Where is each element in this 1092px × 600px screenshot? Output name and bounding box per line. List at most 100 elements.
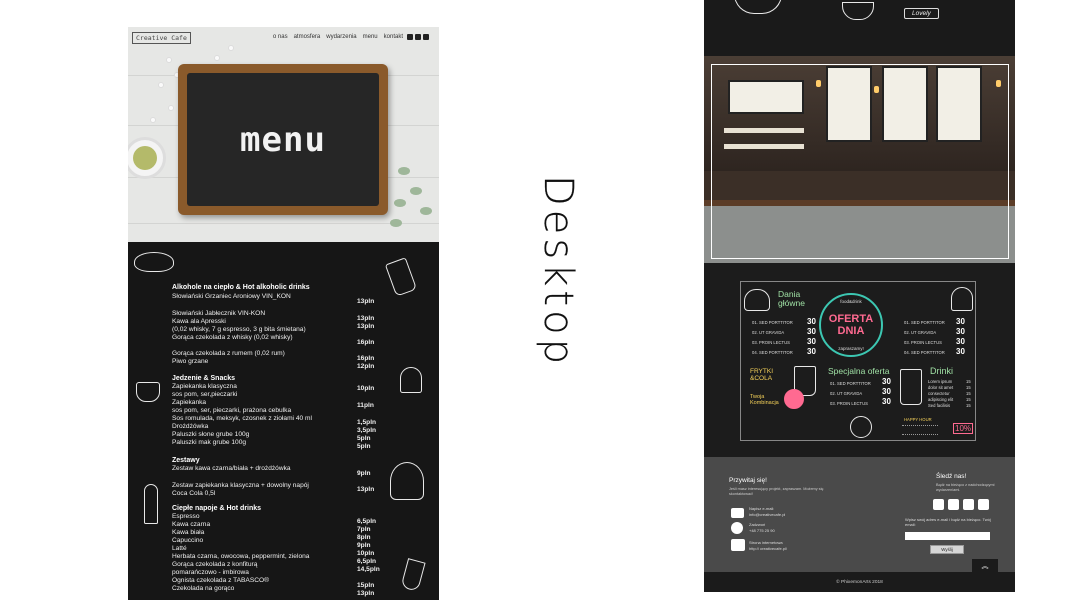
newsletter-label: Wpisz swój adres e-mail i bądź na bieżąc… [905, 517, 991, 527]
burger-doodle-icon [744, 289, 770, 311]
menu-item: Zapiekanka klasyczna [172, 383, 237, 390]
right-price: 30 [956, 347, 965, 356]
menu-item: Kawa czarna [172, 521, 211, 528]
right-item: 03. PROIN LECTUS [904, 340, 942, 345]
right-price: 30 [956, 317, 965, 326]
search-icon[interactable] [407, 34, 413, 40]
cocktail-doodle-icon [144, 484, 158, 524]
food-drink-label: food&drink [840, 299, 862, 304]
phone-label: Zadzwoń [749, 522, 766, 527]
menu-price: 9pln [357, 542, 371, 549]
nav-link-contact[interactable]: kontakt [384, 34, 403, 40]
zapraszamy-label: zapraszamy! [838, 346, 864, 351]
discount-badge: 10% [953, 423, 974, 434]
desktop-page-mockup: Lovely Dania główne 01. SED PORTTITOR 30… [704, 0, 1015, 592]
instagram-icon[interactable] [948, 499, 959, 510]
menu-price: 13pln [357, 298, 375, 305]
menu-price: 5pln [357, 443, 371, 450]
nav-link-menu[interactable]: menu [363, 34, 378, 40]
menu-item: sos pom, ser,pieczarki [172, 391, 238, 398]
menu-item: sos pom, ser, pieczarki, prażona cebulka [172, 407, 292, 414]
menu-item: Kawa ala Apresski [172, 318, 226, 325]
special-item: 02. UT GRAVIDA [830, 391, 863, 396]
dania-price: 30 [807, 347, 816, 356]
drink-item: dolor sit amet [928, 385, 954, 390]
drink-item: Lorem ipsum [928, 379, 953, 384]
nav-links: o nas atmosfera wydarzenia menu kontakt [273, 34, 403, 40]
twitter-icon[interactable] [423, 34, 429, 40]
leaf [398, 167, 410, 175]
footer-welcome-title: Przywitaj się! [729, 477, 767, 484]
menu-price: 13pln [357, 315, 375, 322]
menu-list: Alkohole na ciepło & Hot alkoholic drink… [128, 242, 439, 600]
menu-item: (0,02 whisky, 7 g espresso, 3 g bita śmi… [172, 326, 306, 333]
menu-item: Gorąca czekolada z rumem (0,02 rum) [172, 350, 285, 357]
flower [158, 82, 164, 88]
nav-link-events[interactable]: wydarzenia [326, 34, 356, 40]
cake-doodle-icon [134, 252, 174, 272]
drink-doodle-icon [400, 558, 426, 592]
vertical-title-text: Desktop [535, 175, 581, 368]
menu-item: Latté [172, 545, 187, 552]
offer-line-1: OFERTA [828, 313, 874, 325]
menu-price: 13pln [357, 323, 375, 330]
leaf [394, 199, 406, 207]
frytki-title: FRYTKI &COLA [750, 368, 773, 382]
menu-item: Słowiański Jabłecznik VIN-KON [172, 310, 266, 317]
dania-price: 30 [807, 327, 816, 336]
flower [150, 117, 156, 123]
menu-item: pomarańczowo - imbirowa [172, 569, 249, 576]
pink-circle [784, 389, 804, 409]
menu-item: Herbata czarna, owocowa, peppermint, zie… [172, 553, 310, 560]
drink-price: 15 [966, 397, 971, 402]
dania-item: 01. SED PORTTITOR [752, 320, 793, 325]
dania-item: 03. PROIN LECTUS [752, 340, 790, 345]
nav-link-about[interactable]: o nas [273, 34, 288, 40]
nav-link-atmosphere[interactable]: atmosfera [294, 34, 321, 40]
menu-item: Paluszki słone grube 100g [172, 431, 250, 438]
mobile-menu-mockup: Creative Cafe o nas atmosfera wydarzenia… [128, 27, 439, 600]
scroll-top-button[interactable]: ︽ [972, 559, 998, 572]
right-item: 01. SED PORTTITOR [904, 320, 945, 325]
special-item: 03. PROIN LECTUS [830, 401, 868, 406]
drink-item: Sed facilisis [928, 403, 951, 408]
mail-icon [731, 508, 744, 518]
chalkboard-offer: Dania główne 01. SED PORTTITOR 30 02. UT… [704, 263, 1015, 457]
menu-price: 13pln [357, 590, 375, 597]
youtube-icon[interactable] [978, 499, 989, 510]
drink-price: 15 [966, 403, 971, 408]
flower [166, 57, 172, 63]
special-price: 30 [882, 397, 891, 406]
website-link[interactable]: http:// creativecafe.pl/ [749, 546, 787, 551]
cupcake-doodle-icon [400, 367, 422, 393]
chalkboard-surface: menu [187, 73, 379, 206]
happy-hour-label: HAPPY HOUR [904, 417, 932, 422]
menu-item: Paluszki mak grube 100g [172, 439, 247, 446]
facebook-icon[interactable] [415, 34, 421, 40]
menu-item: Piwo grzane [172, 358, 209, 365]
drink-glass-doodle-icon [900, 369, 922, 405]
cup-doodle-icon [136, 382, 160, 402]
dania-price: 30 [807, 337, 816, 346]
menu-item: Czekolada na gorąco [172, 585, 235, 592]
leaf [390, 219, 402, 227]
drink-item: consectetur [928, 391, 950, 396]
right-item: 02. UT GRAVIDA [904, 330, 937, 335]
twitter-icon[interactable] [963, 499, 974, 510]
copyright: © PhixemonArts 2018 [704, 572, 1015, 592]
email-link[interactable]: info@creativecafe.pl [749, 512, 785, 517]
site-logo[interactable]: Creative Cafe [132, 32, 191, 44]
newsletter-send-button[interactable]: Wyślij [930, 545, 964, 554]
home-icon [731, 539, 745, 551]
coffee-cup-doodle-icon [842, 2, 874, 20]
menu-item: Zestaw zapiekanka klasyczna + dowolny na… [172, 482, 309, 489]
pizza-doodle-icon [850, 416, 872, 438]
daily-offer-badge: food&drink OFERTA DNIA zapraszamy! [819, 293, 883, 357]
newsletter-email-input[interactable] [905, 532, 990, 540]
phone-number[interactable]: +48 775 25 90 [749, 528, 775, 533]
section-title-hot-drinks: Ciepłe napoje & Hot drinks [172, 505, 262, 512]
lovely-banner: Lovely [904, 8, 939, 19]
facebook-icon[interactable] [933, 499, 944, 510]
plate-doodle-icon [734, 0, 782, 14]
page-footer: Przywitaj się! Jeśli masz interesujący p… [704, 457, 1015, 572]
